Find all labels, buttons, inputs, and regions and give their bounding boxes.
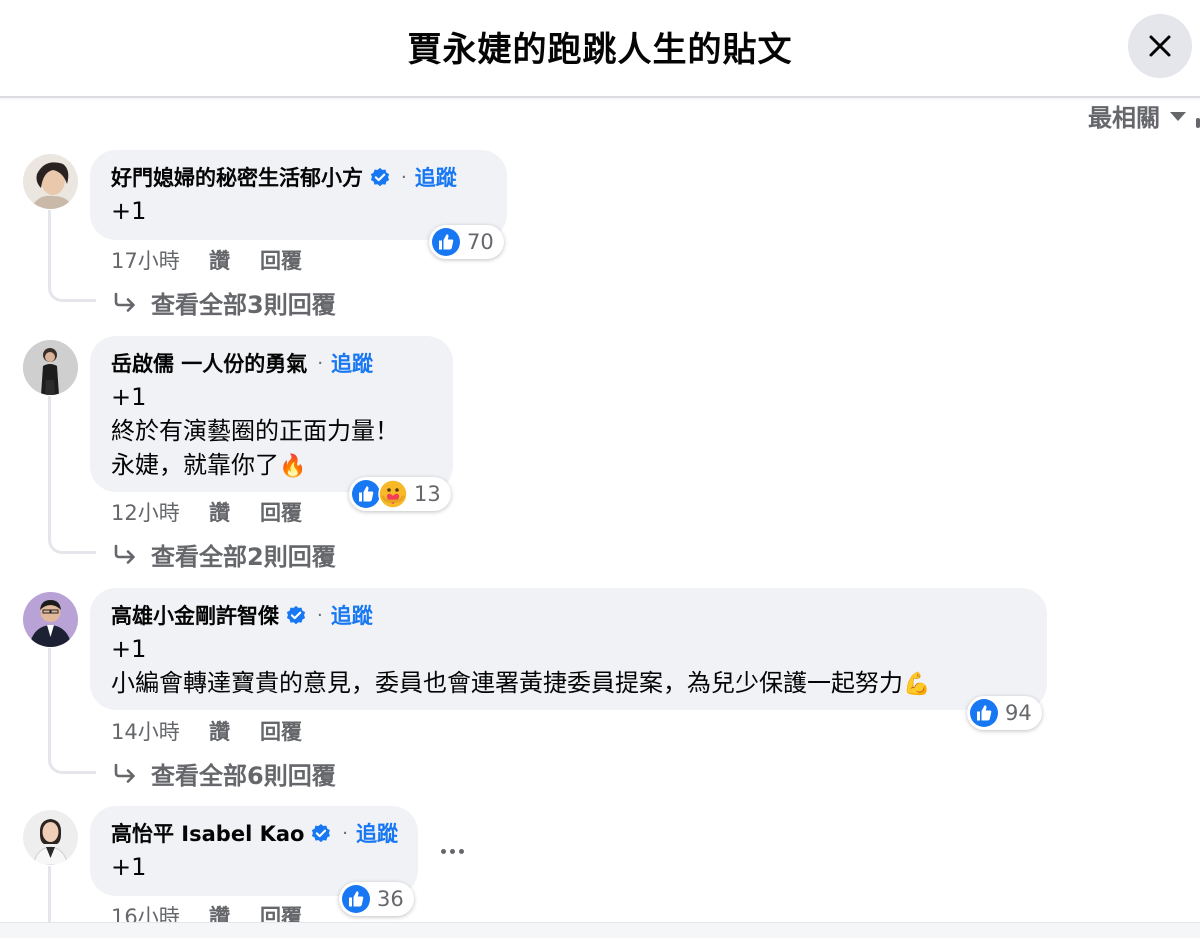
view-replies-link[interactable]: 查看全部3則回覆 [113,285,336,320]
avatar[interactable] [23,340,78,395]
dialog-header: 賈永婕的跑跳人生的貼文 [0,0,1200,98]
comment-author[interactable]: 岳啟儒 一人份的勇氣 [111,348,307,380]
reaction-count: 94 [1005,701,1032,725]
follow-button[interactable]: 追蹤 [331,600,373,632]
comment-text: 小編會轉達寶貴的意見，委員也會連署黃捷委員提案，為兒少保護一起努力💪 [111,669,931,697]
reactions-summary[interactable]: 70 [429,225,504,259]
thread-line [48,866,51,926]
thread-line [48,210,96,302]
view-replies-label: 查看全部2則回覆 [151,543,336,571]
more-options-icon[interactable] [434,836,470,866]
page-title: 賈永婕的跑跳人生的貼文 [407,30,793,70]
reply-arrow-icon [114,544,135,564]
close-icon [1149,35,1171,57]
like-action[interactable]: 讚 [209,716,230,746]
thread-line [48,396,96,554]
comment-text: +1 [111,383,147,411]
chevron-down-icon [1170,112,1186,121]
separator-dot: · [317,353,324,374]
flexed-biceps-emoji: 💪 [903,672,931,697]
reaction-count: 36 [377,887,404,911]
sort-label: 最相關 [1088,104,1160,132]
scrollbar-edge [1196,118,1200,128]
like-action[interactable]: 讚 [209,497,230,527]
comment-author[interactable]: 高怡平 Isabel Kao [111,818,304,850]
reply-action[interactable]: 回覆 [260,245,302,275]
avatar[interactable] [23,154,78,209]
reactions-summary[interactable]: 13 [349,477,451,511]
follow-button[interactable]: 追蹤 [356,818,398,850]
separator-dot: · [317,605,323,626]
sort-dropdown[interactable]: 最相關 [1088,98,1186,133]
reaction-count: 70 [467,230,494,254]
comment-time[interactable]: 14小時 [111,716,209,746]
comment-text: +1 [111,853,147,881]
separator-dot: · [342,823,348,844]
comment-author[interactable]: 高雄小金剛許智傑 [111,600,279,632]
reply-action[interactable]: 回覆 [260,716,302,746]
reaction-count: 13 [414,482,441,506]
avatar[interactable] [23,810,78,865]
reply-action[interactable]: 回覆 [260,497,302,527]
reactions-summary[interactable]: 94 [967,696,1042,730]
thread-line [48,648,96,774]
fire-emoji: 🔥 [279,454,307,479]
view-replies-label: 查看全部6則回覆 [151,762,336,790]
comment-bubble: 高雄小金剛許智傑 · 追蹤 +1 小編會轉達寶貴的意見，委員也會連署黃捷委員提案… [90,588,1047,710]
reply-arrow-icon [114,763,135,783]
care-reaction-icon [378,479,408,509]
like-reaction-icon [432,228,460,256]
comment-author[interactable]: 好門媳婦的秘密生活郁小方 [111,162,363,194]
comment-text: +1 [111,197,147,225]
like-reaction-icon [342,885,370,913]
verified-badge-icon [312,824,331,843]
like-action[interactable]: 讚 [209,245,230,275]
comment-time[interactable]: 17小時 [111,245,209,275]
view-replies-label: 查看全部3則回覆 [151,291,336,319]
follow-button[interactable]: 追蹤 [415,162,457,194]
comment-meta: 14小時 讚 回覆 [111,716,332,746]
comment-meta: 17小時 讚 回覆 [111,245,332,275]
reactions-summary[interactable]: 36 [339,882,414,916]
comment-text: 終於有演藝圈的正面力量！ [111,417,399,445]
view-replies-link[interactable]: 查看全部2則回覆 [113,537,336,572]
view-replies-link[interactable]: 查看全部6則回覆 [113,756,336,791]
comment-meta: 12小時 讚 回覆 [111,497,332,527]
comment-time[interactable]: 12小時 [111,497,209,527]
comment-bubble: 岳啟儒 一人份的勇氣 · 追蹤 +1 終於有演藝圈的正面力量！ 永婕，就靠你了🔥 [90,336,453,492]
follow-button[interactable]: 追蹤 [331,348,373,380]
reply-arrow-icon [114,292,135,312]
like-reaction-icon [970,699,998,727]
bottom-composer-edge [0,922,1200,938]
separator-dot: · [401,167,407,188]
verified-badge-icon [370,167,390,187]
avatar[interactable] [23,592,78,647]
comment-text: +1 [111,635,147,663]
verified-badge-icon [286,605,306,625]
close-button[interactable] [1128,14,1192,78]
like-reaction-icon [352,480,380,508]
